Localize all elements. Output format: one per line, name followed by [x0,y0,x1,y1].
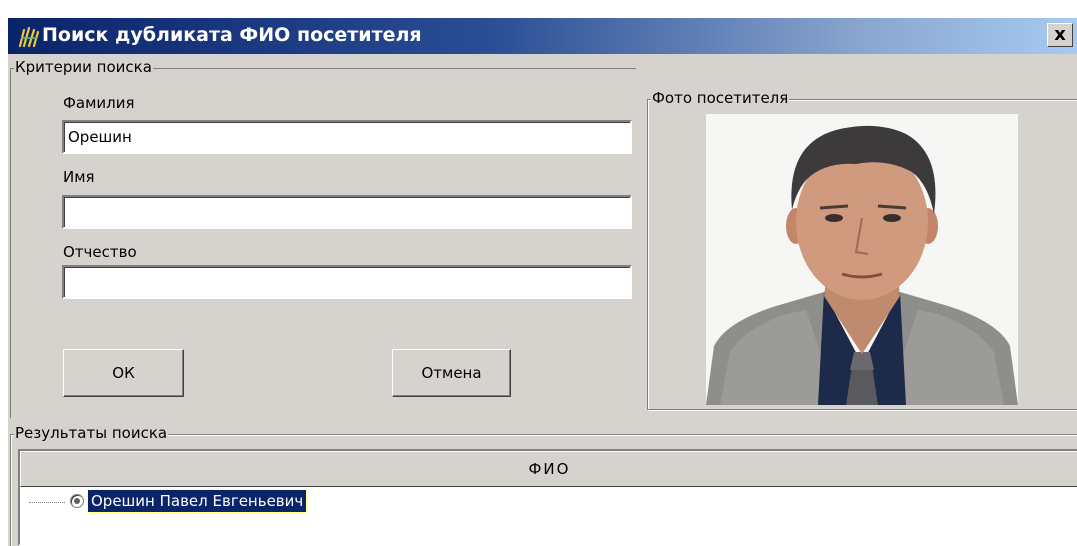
visitor-photo-legend: Фото посетителя [651,89,790,107]
last-name-label: Фамилия [63,94,135,112]
cancel-button-label: Отмена [421,364,482,382]
column-header-fio[interactable]: ФИО [20,451,1077,487]
last-name-input[interactable] [62,120,632,154]
middle-name-label: Отчество [63,243,137,261]
visitor-photo [706,114,1018,405]
close-button[interactable]: x [1047,23,1073,47]
search-results-legend: Результаты поиска [14,424,169,442]
row-radio-button[interactable] [70,494,84,508]
middle-name-input[interactable] [62,265,632,299]
dialog-window: Поиск дубликата ФИО посетителя x Критери… [8,18,1077,546]
results-table[interactable]: ФИО Орешин Павел Евгеньевич [18,449,1077,546]
ok-button-label: ОК [112,364,135,382]
first-name-label: Имя [63,168,95,186]
visitor-photo-image [706,114,1018,405]
tree-connector [29,502,65,503]
search-criteria-legend: Критерии поиска [14,58,153,76]
cancel-button[interactable]: Отмена [392,349,511,397]
table-row[interactable]: Орешин Павел Евгеньевич [20,489,1077,515]
ok-button[interactable]: ОК [63,349,184,397]
result-name-cell[interactable]: Орешин Павел Евгеньевич [86,489,308,513]
first-name-input[interactable] [62,195,632,229]
column-header-fio-label: ФИО [528,460,571,478]
title-bar[interactable]: Поиск дубликата ФИО посетителя x [8,18,1077,54]
app-icon [18,26,40,48]
radio-dot [74,498,80,504]
window-title: Поиск дубликата ФИО посетителя [42,24,422,46]
